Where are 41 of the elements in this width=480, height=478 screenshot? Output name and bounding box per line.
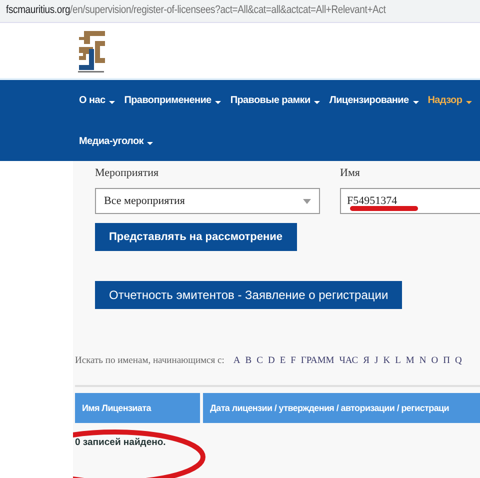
letter-link[interactable]: Я	[363, 356, 370, 366]
letter-link[interactable]: C	[256, 356, 263, 366]
letter-link[interactable]: ЧАС	[339, 356, 358, 366]
letter-link[interactable]: N	[419, 356, 426, 366]
letter-link[interactable]: П	[443, 356, 450, 366]
nav-link[interactable]: Правоприменение	[124, 86, 222, 115]
caret-icon	[412, 100, 419, 104]
letter-link[interactable]: F	[290, 356, 296, 366]
caret-icon	[147, 142, 154, 144]
caret-icon	[466, 100, 472, 104]
letter-link[interactable]: D	[268, 356, 275, 366]
letter-link[interactable]: Q	[454, 356, 462, 366]
nav-link[interactable]: Медиа-уголок	[79, 127, 154, 156]
issuers-button[interactable]: Отчетность эмитентов - Заявление о регистрации	[95, 281, 402, 309]
nav-link[interactable]: Надзор	[428, 86, 472, 115]
letter-link[interactable]: B	[245, 356, 252, 366]
field-label: Имя	[340, 167, 361, 179]
letter-link[interactable]: A	[233, 356, 240, 366]
letter-link[interactable]: E	[280, 356, 286, 366]
letter-link[interactable]: M	[406, 356, 414, 366]
letter-link[interactable]: J	[374, 356, 378, 366]
column-header: Дата лицензии / утверждения / авторизации / регистраци	[203, 393, 480, 423]
nav-link[interactable]: О нас	[79, 86, 116, 115]
caret-icon	[314, 100, 320, 104]
submit-button[interactable]: Представлять на рассмотрение	[95, 223, 297, 251]
dropdown-arrow-icon	[303, 198, 311, 204]
nav-link[interactable]: Правовые рамки	[230, 86, 320, 115]
field-label: Мероприятия	[95, 167, 160, 179]
logo[interactable]	[75, 28, 107, 72]
caret-icon	[215, 100, 222, 104]
filter-label: Искать по именам, начинающимся с:	[75, 356, 224, 366]
letter-link[interactable]: O	[431, 356, 438, 366]
name-field[interactable]: F54951374	[340, 188, 480, 214]
nav-link[interactable]: Лицензирование	[329, 86, 419, 115]
activities-dropdown[interactable]: Все мероприятия	[95, 188, 320, 214]
letter-link[interactable]: K	[383, 356, 390, 366]
result-count: 0 записей найдено.	[75, 437, 166, 448]
letter-link[interactable]: L	[395, 356, 401, 366]
caret-icon	[109, 100, 116, 104]
letter-link[interactable]: ГРАММ	[300, 356, 334, 366]
column-header: Имя Лицензиата	[75, 393, 200, 423]
